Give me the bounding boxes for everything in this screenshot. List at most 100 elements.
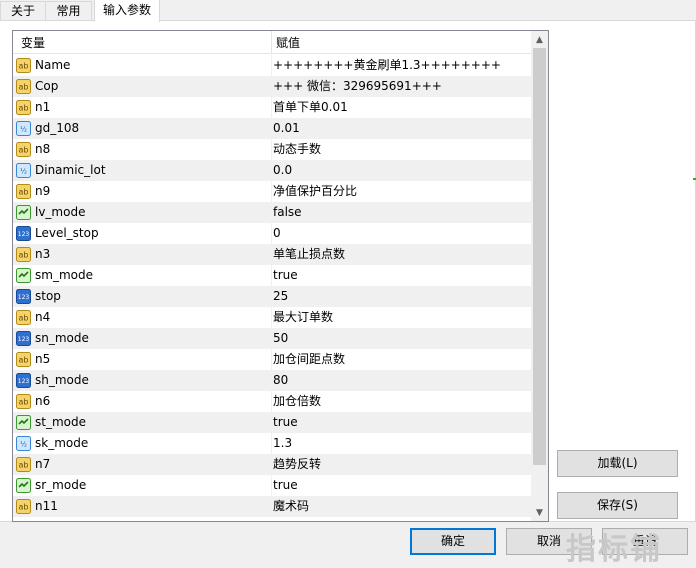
parameter-value[interactable]: true [273, 475, 298, 496]
parameter-name: stop [35, 289, 61, 303]
svg-text:ab: ab [19, 251, 29, 260]
parameter-name: n6 [35, 394, 51, 408]
string-type-icon: ab [16, 352, 31, 367]
tab-common[interactable]: 常用 [45, 1, 92, 21]
parameter-value[interactable]: 25 [273, 286, 288, 307]
parameter-row[interactable]: sm_mode true [13, 265, 531, 286]
parameter-row[interactable]: 123 sn_mode 50 [13, 328, 531, 349]
svg-text:ab: ab [19, 314, 29, 323]
string-type-icon: ab [16, 499, 31, 514]
parameter-value[interactable]: ++++++++黄金刷单1.3++++++++ [273, 55, 501, 76]
svg-text:123: 123 [18, 378, 30, 385]
parameter-value[interactable]: 首单下单0.01 [273, 97, 348, 118]
parameter-row[interactable]: ab n1 首单下单0.01 [13, 97, 531, 118]
parameter-row[interactable]: ab n6 加仓倍数 [13, 391, 531, 412]
cell-divider [271, 160, 272, 181]
parameter-value[interactable]: 净值保护百分比 [273, 181, 357, 202]
vertical-scrollbar[interactable]: ▲ ▼ [531, 31, 548, 521]
parameter-value[interactable]: 0.01 [273, 118, 300, 139]
cell-divider [271, 76, 272, 97]
string-type-icon: ab [16, 394, 31, 409]
svg-text:ab: ab [19, 62, 29, 71]
parameter-value[interactable]: 80 [273, 370, 288, 391]
parameter-row[interactable]: ab n7 趋势反转 [13, 454, 531, 475]
parameter-row[interactable]: ab n9 净值保护百分比 [13, 181, 531, 202]
cell-divider [271, 475, 272, 496]
string-type-icon: ab [16, 310, 31, 325]
list-header: 变量 赋值 [13, 31, 531, 54]
scroll-up-arrow-icon[interactable]: ▲ [531, 31, 548, 48]
cell-divider [271, 454, 272, 475]
parameter-value[interactable]: 0.0 [273, 160, 292, 181]
string-type-icon: ab [16, 142, 31, 157]
parameter-row[interactable]: ab n8 动态手数 [13, 139, 531, 160]
svg-text:½: ½ [20, 441, 27, 449]
parameter-row[interactable]: ab n11 魔术码 [13, 496, 531, 517]
scrollbar-thumb[interactable] [533, 48, 546, 465]
parameter-value[interactable]: false [273, 202, 302, 223]
parameter-value[interactable]: 加仓倍数 [273, 391, 321, 412]
parameter-value[interactable]: 单笔止损点数 [273, 244, 345, 265]
parameter-value[interactable]: 加仓间距点数 [273, 349, 345, 370]
ok-button[interactable]: 确定 [410, 528, 496, 555]
parameter-row[interactable]: ab Cop +++ 微信：329695691+++ [13, 76, 531, 97]
parameter-row[interactable]: ½ sk_mode 1.3 [13, 433, 531, 454]
tab-inputs[interactable]: 输入参数 [94, 0, 160, 22]
parameter-name: Dinamic_lot [35, 163, 106, 177]
parameter-value[interactable]: 趋势反转 [273, 454, 321, 475]
parameter-row[interactable]: sr_mode true [13, 475, 531, 496]
parameter-row[interactable]: lv_mode false [13, 202, 531, 223]
parameter-name: gd_108 [35, 121, 80, 135]
cell-divider [271, 433, 272, 454]
cell-divider [271, 286, 272, 307]
parameter-value[interactable]: 动态手数 [273, 139, 321, 160]
parameter-row[interactable]: ½ gd_108 0.01 [13, 118, 531, 139]
parameter-value[interactable]: +++ 微信：329695691+++ [273, 76, 442, 97]
column-divider[interactable] [271, 31, 272, 53]
string-type-icon: ab [16, 247, 31, 262]
parameter-row[interactable]: ab n3 单笔止损点数 [13, 244, 531, 265]
save-button[interactable]: 保存(S) [557, 492, 678, 519]
cell-divider [271, 139, 272, 160]
load-button[interactable]: 加载(L) [557, 450, 678, 477]
parameter-row[interactable]: ab Name ++++++++黄金刷单1.3++++++++ [13, 55, 531, 76]
parameter-value[interactable]: 魔术码 [273, 496, 309, 517]
parameter-value[interactable]: 1.3 [273, 433, 292, 454]
bool-type-icon [16, 205, 31, 220]
parameter-row[interactable]: ab n5 加仓间距点数 [13, 349, 531, 370]
cell-divider [271, 328, 272, 349]
cell-divider [271, 202, 272, 223]
parameter-value[interactable]: 最大订单数 [273, 307, 333, 328]
cell-divider [271, 307, 272, 328]
cell-divider [271, 223, 272, 244]
parameter-value[interactable]: true [273, 265, 298, 286]
svg-text:ab: ab [19, 503, 29, 512]
parameter-row[interactable]: st_mode true [13, 412, 531, 433]
cell-divider [271, 55, 272, 76]
scroll-down-arrow-icon[interactable]: ▼ [531, 504, 548, 521]
cell-divider [271, 97, 272, 118]
parameter-row[interactable]: ab n4 最大订单数 [13, 307, 531, 328]
tab-bar: 关于 常用 输入参数 [0, 0, 696, 22]
parameter-row[interactable]: 123 sh_mode 80 [13, 370, 531, 391]
cell-divider [271, 181, 272, 202]
cell-divider [271, 391, 272, 412]
column-header-variable[interactable]: 变量 [21, 31, 45, 53]
svg-text:ab: ab [19, 146, 29, 155]
cell-divider [271, 118, 272, 139]
parameter-row[interactable]: 123 stop 25 [13, 286, 531, 307]
svg-text:ab: ab [19, 188, 29, 197]
double-type-icon: ½ [16, 121, 31, 136]
parameter-name: n3 [35, 247, 51, 261]
parameter-value[interactable]: 0 [273, 223, 281, 244]
parameter-value[interactable]: true [273, 412, 298, 433]
column-header-value[interactable]: 赋值 [276, 31, 300, 53]
tab-about[interactable]: 关于 [0, 1, 46, 21]
parameters-list[interactable]: 变量 赋值 ab Name ++++++++黄金刷单1.3++++++++ ab Cop… [12, 30, 549, 522]
parameter-row[interactable]: 123 Level_stop 0 [13, 223, 531, 244]
integer-type-icon: 123 [16, 373, 31, 388]
parameter-name: Cop [35, 79, 59, 93]
parameter-value[interactable]: 50 [273, 328, 288, 349]
parameter-row[interactable]: ½ Dinamic_lot 0.0 [13, 160, 531, 181]
cell-divider [271, 412, 272, 433]
